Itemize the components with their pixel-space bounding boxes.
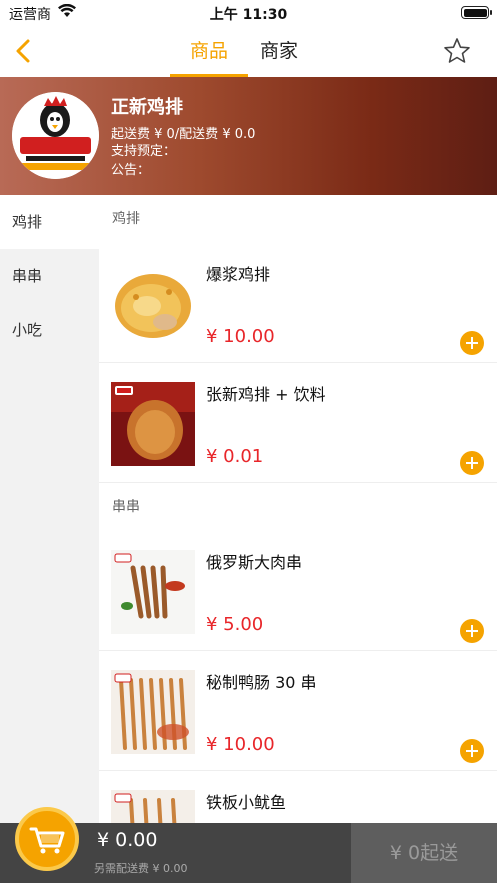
battery-icon	[461, 6, 492, 19]
product-name: 秘制鸭肠 30 串	[206, 673, 317, 692]
checkout-button[interactable]: ¥ 0起送	[351, 823, 497, 883]
product-image	[111, 262, 195, 346]
add-to-cart-button[interactable]	[460, 331, 484, 355]
tab-goods[interactable]: 商品	[170, 26, 248, 77]
add-to-cart-button[interactable]	[460, 451, 484, 475]
product-image	[111, 670, 195, 754]
shop-logo	[12, 92, 99, 179]
star-favorite-icon[interactable]	[443, 37, 471, 65]
clock: 上午 11:30	[209, 7, 288, 23]
back-arrow-icon[interactable]	[10, 36, 40, 66]
shopping-cart-icon	[29, 827, 65, 854]
section-header: 鸡排	[112, 211, 140, 227]
product-image	[111, 550, 195, 634]
product-price: ¥ 5.00	[206, 614, 264, 635]
category-snacks[interactable]: 小吃	[0, 303, 99, 357]
product-price: ¥ 10.00	[206, 734, 275, 755]
list-item[interactable]: 张新鸡排 + 饮料 ¥ 0.01	[99, 363, 497, 483]
category-chicken-cutlet[interactable]: 鸡排	[0, 195, 99, 249]
product-price: ¥ 10.00	[206, 326, 275, 347]
list-item[interactable]: 秘制鸭肠 30 串 ¥ 10.00	[99, 651, 497, 771]
status-bar: 运营商 上午 11:30	[0, 0, 497, 26]
product-image	[111, 382, 195, 466]
category-skewers[interactable]: 串串	[0, 249, 99, 303]
list-item[interactable]: 铁板小鱿鱼	[99, 771, 497, 823]
delivery-fee-note: 另需配送费 ¥ 0.00	[94, 862, 188, 875]
product-list: 鸡排 爆浆鸡排 ¥ 10.00 张新鸡排 + 饮料 ¥ 0.01 串串 俄罗斯大…	[99, 195, 497, 823]
add-to-cart-button[interactable]	[460, 739, 484, 763]
notice-text: 公告：	[111, 163, 151, 178]
category-sidebar: 鸡排 串串 小吃	[0, 195, 99, 823]
product-name: 爆浆鸡排	[206, 265, 271, 284]
top-tabs: 商品 商家	[170, 26, 318, 77]
shop-header: 正新鸡排 起送费 ¥ 0/配送费 ¥ 0.0 支持预定： 公告：	[0, 77, 497, 195]
shop-name: 正新鸡排	[111, 97, 183, 118]
product-name: 张新鸡排 + 饮料	[206, 385, 326, 404]
list-item[interactable]: 爆浆鸡排 ¥ 10.00	[99, 243, 497, 363]
product-name: 铁板小鱿鱼	[206, 793, 287, 812]
product-price: ¥ 0.01	[206, 446, 264, 467]
cart-total: ¥ 0.00	[97, 829, 158, 851]
product-name: 俄罗斯大肉串	[206, 553, 303, 572]
list-item[interactable]: 俄罗斯大肉串 ¥ 5.00	[99, 531, 497, 651]
cart-button[interactable]	[15, 807, 79, 871]
section-header: 串串	[112, 499, 140, 515]
tab-merchant[interactable]: 商家	[240, 26, 318, 77]
add-to-cart-button[interactable]	[460, 619, 484, 643]
nav-bar: 商品 商家	[0, 26, 497, 77]
product-image	[111, 790, 195, 823]
reservation-text: 支持预定：	[111, 144, 177, 159]
